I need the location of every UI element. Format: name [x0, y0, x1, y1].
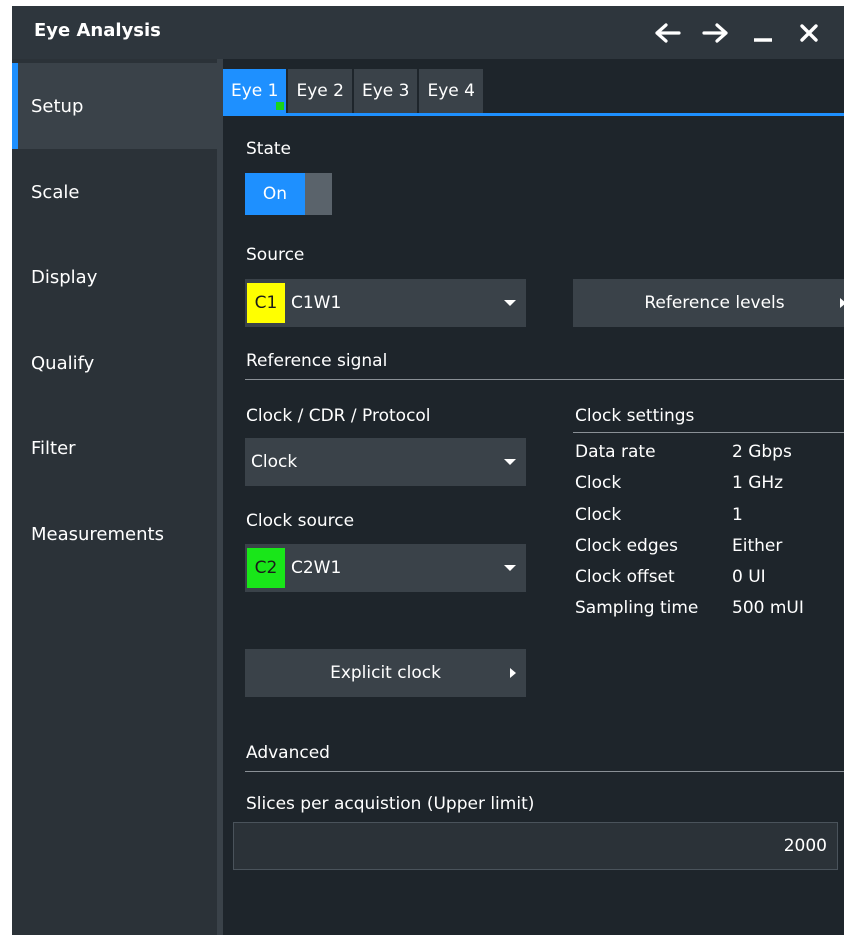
reference-levels-button[interactable]: Reference levels	[573, 279, 844, 327]
tab-eye-2[interactable]: Eye 2	[288, 69, 352, 113]
explicit-clock-label: Explicit clock	[330, 663, 441, 683]
minimize-icon[interactable]	[745, 14, 781, 52]
clock-setting-value: 1 GHz	[732, 473, 784, 493]
tab-label: Eye 3	[361, 81, 410, 101]
chevron-right-icon	[510, 668, 516, 678]
eye-tabs: Eye 1 Eye 2 Eye 3 Eye 4	[223, 69, 485, 113]
tab-eye-3[interactable]: Eye 3	[353, 69, 418, 113]
clock-setting-value: 500 mUI	[732, 598, 804, 618]
clock-settings-heading: Clock settings	[575, 406, 695, 426]
setup-panel: Eye 1 Eye 2 Eye 3 Eye 4 State On Source …	[223, 59, 844, 935]
tab-label: Eye 4	[427, 81, 475, 101]
chevron-down-icon	[504, 459, 516, 465]
mode-value: Clock	[251, 452, 298, 472]
clock-setting-key: Clock	[575, 505, 622, 525]
sidebar-item-qualify[interactable]: Qualify	[12, 320, 217, 406]
close-icon[interactable]	[791, 14, 827, 52]
clock-setting-key: Clock edges	[575, 536, 678, 556]
title-bar: Eye Analysis	[12, 6, 844, 59]
back-arrow-icon[interactable]	[650, 14, 686, 52]
active-indicator	[276, 102, 285, 110]
sidebar-item-label: Qualify	[31, 352, 95, 374]
sidebar-item-label: Setup	[31, 95, 84, 117]
chevron-right-icon	[840, 298, 844, 308]
sidebar-item-filter[interactable]: Filter	[12, 405, 217, 491]
mode-label: Clock / CDR / Protocol	[246, 406, 431, 426]
toggle-on-label: On	[245, 173, 305, 215]
dialog-title: Eye Analysis	[34, 20, 161, 41]
clock-setting-key: Clock	[575, 473, 622, 493]
clock-setting-value: 2 Gbps	[732, 442, 792, 462]
section-divider	[245, 379, 844, 380]
eye-analysis-dialog: Eye Analysis Setup Scale Display Qualify…	[12, 6, 844, 935]
slices-label: Slices per acquistion (Upper limit)	[246, 794, 535, 814]
sidebar-item-label: Filter	[31, 437, 76, 459]
clock-setting-value: 1	[732, 505, 743, 525]
tab-label: Eye 2	[296, 81, 344, 101]
sidebar-item-setup[interactable]: Setup	[12, 63, 217, 149]
clock-source-dropdown[interactable]: C2 C2W1	[245, 544, 526, 592]
sidebar-item-scale[interactable]: Scale	[12, 149, 217, 235]
advanced-divider	[245, 771, 844, 772]
mode-dropdown[interactable]: Clock	[245, 438, 526, 486]
tab-underline	[223, 113, 844, 116]
sidebar-item-measurements[interactable]: Measurements	[12, 491, 217, 577]
chevron-down-icon	[504, 565, 516, 571]
channel-chip: C2	[247, 548, 285, 588]
chevron-down-icon	[504, 300, 516, 306]
clock-settings-divider	[573, 432, 844, 433]
slices-input[interactable]: 2000	[233, 822, 838, 870]
state-label: State	[246, 139, 291, 159]
tab-label: Eye 1	[231, 81, 279, 101]
channel-chip: C1	[247, 283, 285, 323]
reference-signal-heading: Reference signal	[246, 351, 388, 371]
forward-arrow-icon[interactable]	[697, 14, 733, 52]
tab-eye-1[interactable]: Eye 1	[223, 69, 287, 113]
source-dropdown[interactable]: C1 C1W1	[245, 279, 526, 327]
sidebar-item-label: Measurements	[31, 523, 164, 545]
advanced-heading: Advanced	[246, 743, 330, 763]
clock-setting-value: Either	[732, 536, 783, 556]
source-label: Source	[246, 245, 305, 265]
state-toggle[interactable]: On	[245, 173, 332, 215]
sidebar-item-label: Display	[31, 266, 98, 288]
explicit-clock-button[interactable]: Explicit clock	[245, 649, 526, 697]
clock-setting-key: Sampling time	[575, 598, 699, 618]
source-value: C1W1	[291, 293, 342, 313]
clock-setting-key: Clock offset	[575, 567, 675, 587]
clock-setting-key: Data rate	[575, 442, 656, 462]
clock-setting-value: 0 UI	[732, 567, 766, 587]
clock-source-label: Clock source	[246, 511, 355, 531]
reference-levels-label: Reference levels	[644, 293, 785, 313]
tab-eye-4[interactable]: Eye 4	[419, 69, 483, 113]
toggle-knob	[305, 173, 332, 215]
sidebar-item-label: Scale	[31, 181, 80, 203]
sidebar: Setup Scale Display Qualify Filter Measu…	[12, 59, 217, 935]
clock-source-value: C2W1	[291, 558, 342, 578]
sidebar-item-display[interactable]: Display	[12, 234, 217, 320]
